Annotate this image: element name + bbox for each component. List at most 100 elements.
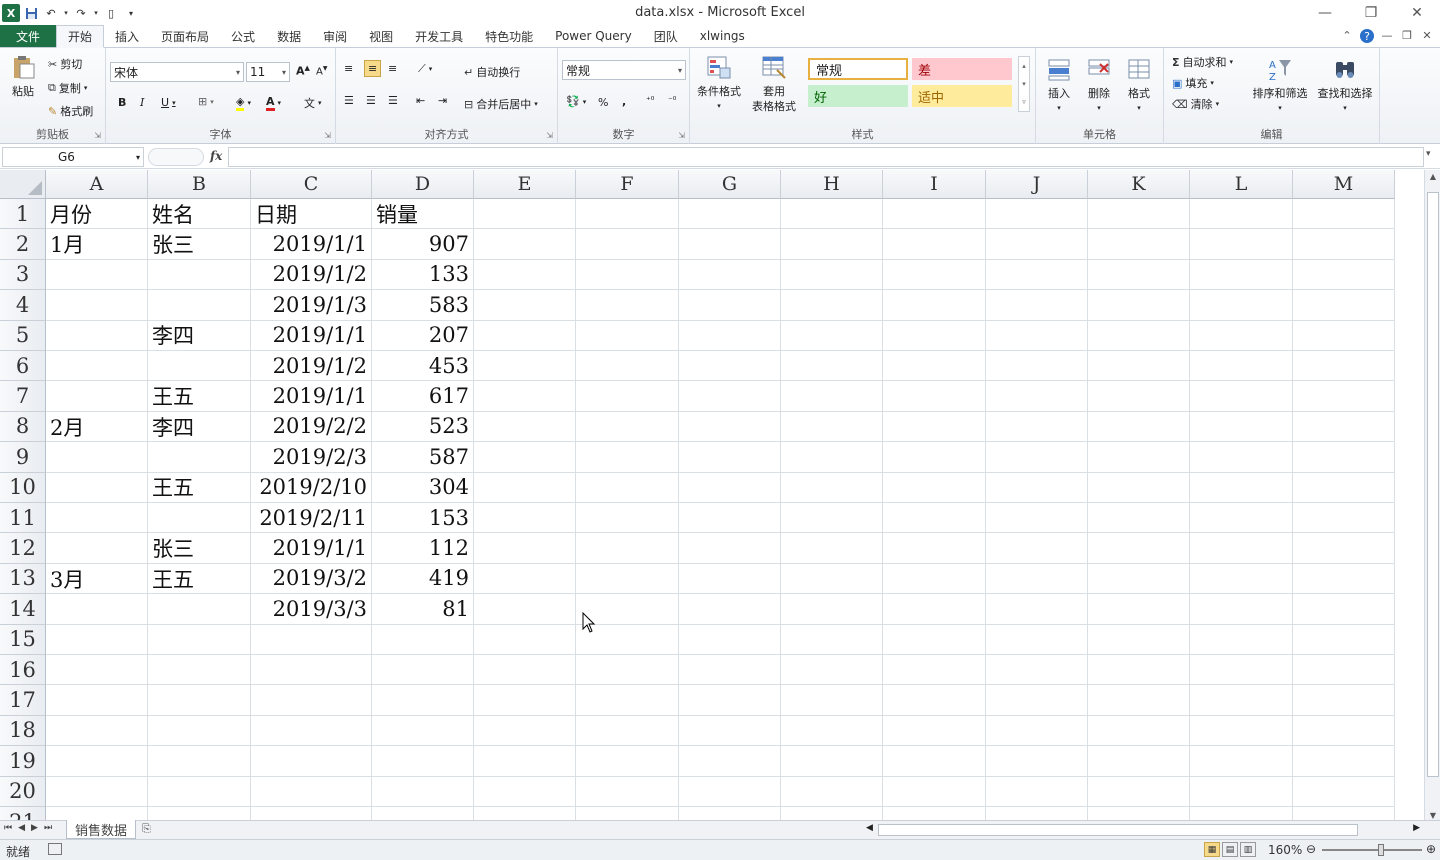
cell-J16[interactable]	[986, 655, 1088, 686]
cell-F13[interactable]	[576, 563, 679, 595]
bold-button[interactable]: B	[118, 96, 126, 109]
tab-page-layout[interactable]: 页面布局	[150, 25, 220, 47]
cell-C13[interactable]: 2019/3/2	[251, 563, 372, 595]
formula-bar-expand-handle[interactable]	[148, 148, 204, 166]
merge-center-button[interactable]: ⊟ 合并后居中 ▾	[464, 96, 538, 112]
tab-home[interactable]: 开始	[56, 25, 105, 48]
cell-K12[interactable]	[1088, 533, 1190, 564]
font-size-combo[interactable]: 11 ▾	[246, 62, 290, 82]
cell-D10[interactable]: 304	[372, 472, 474, 503]
cell-C4[interactable]: 2019/1/3	[251, 290, 372, 321]
normal-view-icon[interactable]: ▦	[1204, 842, 1220, 857]
increase-decimal-button[interactable]: ⁺⁰	[646, 96, 654, 106]
cell-G5[interactable]	[679, 320, 781, 351]
cell-H2[interactable]	[781, 229, 883, 260]
insert-cells-button[interactable]: 插入 ▾	[1044, 56, 1074, 116]
cell-C15[interactable]	[251, 624, 372, 655]
cell-K9[interactable]	[1088, 442, 1190, 473]
cell-G20[interactable]	[679, 776, 781, 807]
cell-B6[interactable]	[148, 351, 251, 382]
cell-F5[interactable]	[576, 320, 679, 351]
find-select-button[interactable]: 查找和选择 ▾	[1314, 56, 1376, 116]
cell-K7[interactable]	[1088, 381, 1190, 412]
cell-B17[interactable]	[148, 685, 251, 716]
cell-K17[interactable]	[1088, 685, 1190, 716]
cell-L3[interactable]	[1190, 259, 1293, 291]
new-file-icon[interactable]: ▯	[102, 4, 120, 22]
italic-button[interactable]: I	[140, 96, 144, 109]
cell-G15[interactable]	[679, 624, 781, 655]
increase-indent-button[interactable]: ⇥	[438, 94, 447, 107]
cell-K20[interactable]	[1088, 776, 1190, 807]
cell-F8[interactable]	[576, 411, 679, 443]
cell-J5[interactable]	[986, 320, 1088, 351]
cell-C12[interactable]: 2019/1/1	[251, 533, 372, 564]
cell-K2[interactable]	[1088, 229, 1190, 260]
cell-E8[interactable]	[474, 411, 576, 443]
cell-B11[interactable]	[148, 503, 251, 534]
cell-I18[interactable]	[883, 715, 986, 747]
cell-J19[interactable]	[986, 746, 1088, 777]
cell-B19[interactable]	[148, 746, 251, 777]
style-normal[interactable]: 常规	[808, 58, 908, 80]
select-all-button[interactable]	[0, 170, 46, 199]
cell-E4[interactable]	[474, 290, 576, 321]
cell-B7[interactable]: 王五	[148, 381, 251, 412]
cell-E21[interactable]	[474, 807, 576, 820]
style-good[interactable]: 好	[808, 85, 908, 107]
cell-D5[interactable]: 207	[372, 320, 474, 351]
cell-B3[interactable]	[148, 259, 251, 291]
page-break-view-icon[interactable]: ▥	[1240, 842, 1256, 857]
cell-F18[interactable]	[576, 715, 679, 747]
cell-H7[interactable]	[781, 381, 883, 412]
cell-G13[interactable]	[679, 563, 781, 595]
cell-J10[interactable]	[986, 472, 1088, 503]
scroll-down-icon[interactable]: ▼	[1425, 811, 1440, 820]
cell-M18[interactable]	[1293, 715, 1395, 747]
cell-F6[interactable]	[576, 351, 679, 382]
column-header[interactable]: H	[781, 170, 883, 199]
cell-A3[interactable]	[46, 259, 148, 291]
tab-formulas[interactable]: 公式	[220, 25, 266, 47]
cell-J7[interactable]	[986, 381, 1088, 412]
cell-J12[interactable]	[986, 533, 1088, 564]
cell-M4[interactable]	[1293, 290, 1395, 321]
cell-K10[interactable]	[1088, 472, 1190, 503]
cell-M20[interactable]	[1293, 776, 1395, 807]
cell-A20[interactable]	[46, 776, 148, 807]
grow-font-button[interactable]: A▲	[296, 64, 310, 78]
cell-D2[interactable]: 907	[372, 229, 474, 260]
row-header[interactable]: 13	[0, 563, 46, 595]
cell-A1[interactable]: 月份	[46, 199, 148, 230]
cell-E19[interactable]	[474, 746, 576, 777]
cell-I4[interactable]	[883, 290, 986, 321]
cell-F4[interactable]	[576, 290, 679, 321]
tab-special[interactable]: 特色功能	[474, 25, 544, 47]
row-header[interactable]: 17	[0, 685, 46, 716]
scroll-up-icon[interactable]: ▲	[1425, 172, 1440, 181]
cell-B1[interactable]: 姓名	[148, 199, 251, 230]
cell-J14[interactable]	[986, 594, 1088, 625]
cell-A18[interactable]	[46, 715, 148, 747]
cell-D16[interactable]	[372, 655, 474, 686]
cell-F16[interactable]	[576, 655, 679, 686]
cell-G10[interactable]	[679, 472, 781, 503]
cell-L12[interactable]	[1190, 533, 1293, 564]
cell-E3[interactable]	[474, 259, 576, 291]
cell-I14[interactable]	[883, 594, 986, 625]
fill-color-button[interactable]: ◈ ▾	[236, 95, 251, 111]
cell-J1[interactable]	[986, 199, 1088, 230]
column-header[interactable]: C	[251, 170, 372, 199]
spreadsheet-grid[interactable]: A B C D E F G H I J K L M 1 月份 姓名 日期 销量 2 1月 张三 2019/1/1 907 3 2…	[0, 170, 1424, 820]
cell-A17[interactable]	[46, 685, 148, 716]
align-left-button[interactable]: ☰	[344, 94, 354, 107]
cell-D8[interactable]: 523	[372, 411, 474, 443]
cell-L2[interactable]	[1190, 229, 1293, 260]
cell-G16[interactable]	[679, 655, 781, 686]
borders-button[interactable]: ⊞ ▾	[198, 95, 214, 108]
cell-K11[interactable]	[1088, 503, 1190, 534]
cell-A21[interactable]	[46, 807, 148, 820]
row-header[interactable]: 8	[0, 411, 46, 443]
format-cells-button[interactable]: 格式 ▾	[1124, 56, 1154, 116]
cell-F19[interactable]	[576, 746, 679, 777]
